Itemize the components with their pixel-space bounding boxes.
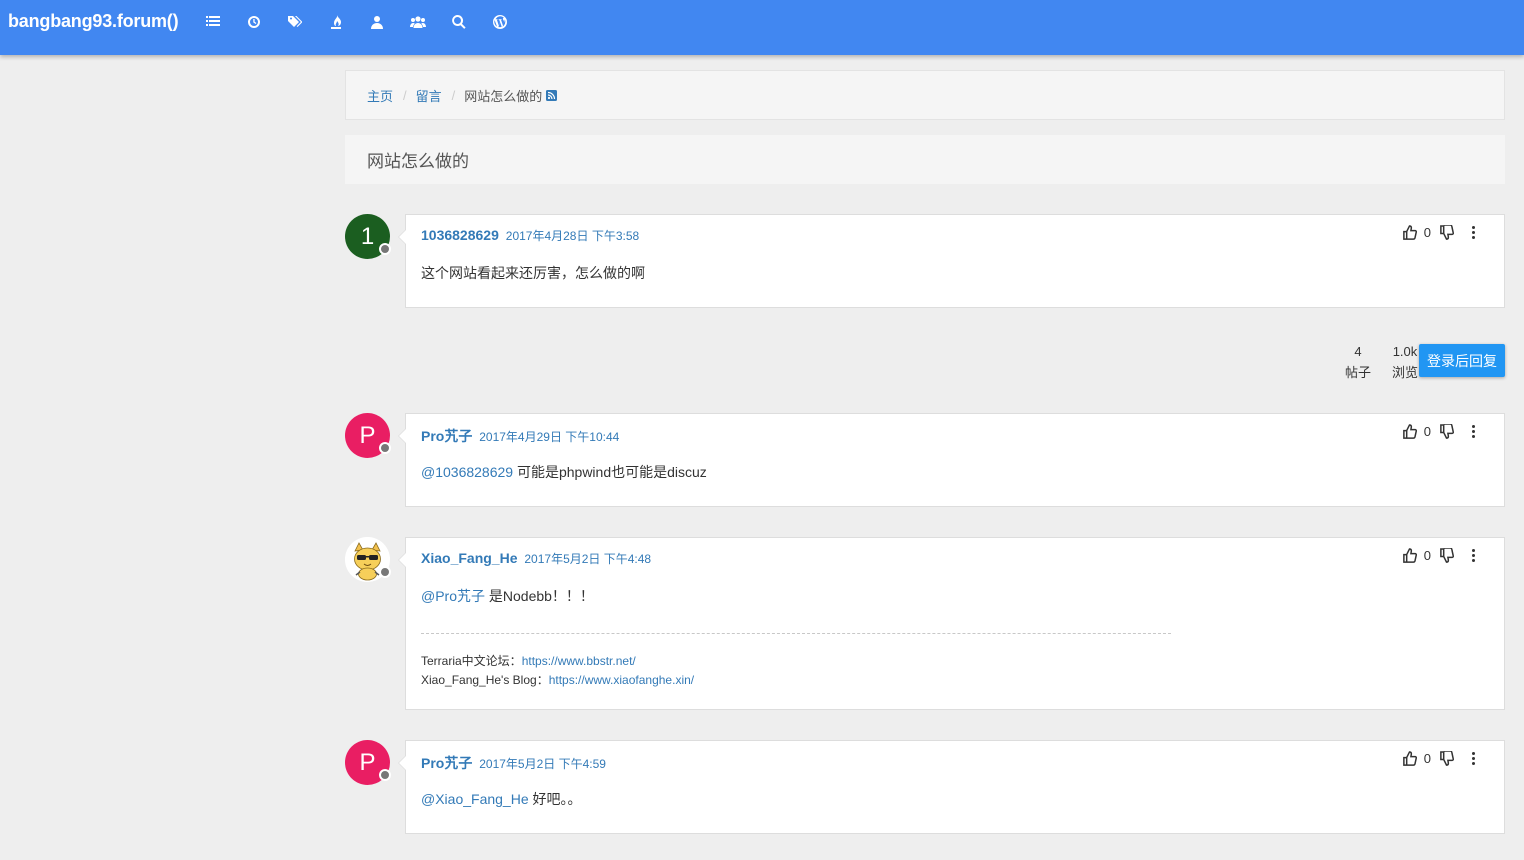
clock-icon[interactable] <box>233 12 274 32</box>
signature-divider <box>421 633 1171 634</box>
thumbs-up-icon[interactable] <box>1402 548 1417 563</box>
users-icon[interactable] <box>397 12 438 32</box>
topic-title: 网站怎么做的 <box>345 135 1505 184</box>
post-text: 可能是phpwind也可能是discuz <box>513 464 707 480</box>
signature-link[interactable]: https://www.bbstr.net/ <box>522 654 636 668</box>
post-content: @1036828629 可能是phpwind也可能是discuz <box>421 462 707 482</box>
posts-stat: 4 帖子 <box>1340 342 1376 384</box>
signature-label: Terraria中文论坛： <box>421 654 522 668</box>
post-timestamp[interactable]: 2017年5月2日 下午4:59 <box>479 757 606 771</box>
breadcrumb-separator: / <box>451 87 456 103</box>
vote-count: 0 <box>1423 548 1431 563</box>
more-options-icon[interactable] <box>1472 752 1476 766</box>
post-item: 1 1036828629 2017年4月28日 下午3:58 这个网站看起来还厉… <box>345 214 1505 308</box>
user-mention-link[interactable]: @1036828629 <box>421 464 513 480</box>
breadcrumb-separator: / <box>403 87 407 103</box>
user-mention-link[interactable]: @Xiao_Fang_He <box>421 791 529 807</box>
post-username[interactable]: 1036828629 <box>421 227 499 243</box>
thumbs-down-icon[interactable] <box>1439 751 1454 766</box>
user-mention-link[interactable]: @Pro艽子 <box>421 588 485 604</box>
post-text: 是Nodebb！！！ <box>485 588 594 604</box>
signature-line: Terraria中文论坛：https://www.bbstr.net/ <box>421 652 694 671</box>
login-to-reply-button[interactable]: 登录后回复 <box>1419 344 1505 377</box>
offline-status-icon <box>379 243 391 255</box>
more-options-icon[interactable] <box>1472 226 1476 240</box>
top-navbar: bangbang93.forum() <box>0 0 1524 55</box>
post-card: Pro艽子 2017年5月2日 下午4:59 @Xiao_Fang_He 好吧。… <box>398 740 1505 834</box>
nav-icon-bar <box>192 12 520 32</box>
vote-count: 0 <box>1423 424 1431 439</box>
rss-icon[interactable] <box>546 89 558 101</box>
views-count: 1.0k <box>1392 344 1418 359</box>
signature-label: Xiao_Fang_He's Blog： <box>421 673 549 687</box>
wordpress-icon[interactable] <box>479 12 520 32</box>
more-options-icon[interactable] <box>1472 549 1476 563</box>
user-signature: Terraria中文论坛：https://www.bbstr.net/ Xiao… <box>421 652 694 690</box>
post-username[interactable]: Pro艽子 <box>421 755 472 771</box>
post-content: 这个网站看起来还厉害，怎么做的啊 <box>421 263 645 283</box>
site-brand[interactable]: bangbang93.forum() <box>8 11 179 32</box>
offline-status-icon <box>379 442 391 454</box>
post-text: 好吧。。 <box>528 791 582 807</box>
thumbs-down-icon[interactable] <box>1439 548 1454 563</box>
vote-count: 0 <box>1423 225 1431 240</box>
post-item: Xiao_Fang_He 2017年5月2日 下午4:48 @Pro艽子 是No… <box>345 537 1505 710</box>
views-label: 浏览 <box>1391 365 1418 380</box>
list-icon[interactable] <box>192 12 233 32</box>
breadcrumb: 主页 / 留言 / 网站怎么做的 <box>345 70 1505 120</box>
post-timestamp[interactable]: 2017年5月2日 下午4:48 <box>524 552 651 566</box>
breadcrumb-home[interactable]: 主页 <box>367 86 393 105</box>
post-header: Pro艽子 2017年4月29日 下午10:44 <box>421 426 619 446</box>
post-header: Xiao_Fang_He 2017年5月2日 下午4:48 <box>421 550 651 567</box>
signature-link[interactable]: https://www.xiaofanghe.xin/ <box>549 673 694 687</box>
posts-label: 帖子 <box>1344 365 1371 380</box>
breadcrumb-current: 网站怎么做的 <box>464 88 543 104</box>
post-username[interactable]: Xiao_Fang_He <box>421 550 517 566</box>
thumbs-down-icon[interactable] <box>1439 225 1454 240</box>
vote-controls: 0 <box>1402 548 1454 563</box>
views-stat: 1.0k 浏览 <box>1388 342 1422 384</box>
post-username[interactable]: Pro艽子 <box>421 428 472 444</box>
tags-icon[interactable] <box>274 12 315 32</box>
vote-count: 0 <box>1423 751 1431 766</box>
thumbs-up-icon[interactable] <box>1402 225 1417 240</box>
post-header: Pro艽子 2017年5月2日 下午4:59 <box>421 753 606 773</box>
post-card: Pro艽子 2017年4月29日 下午10:44 @1036828629 可能是… <box>398 413 1505 507</box>
vote-controls: 0 <box>1402 424 1454 439</box>
signature-line: Xiao_Fang_He's Blog：https://www.xiaofang… <box>421 671 694 690</box>
post-timestamp[interactable]: 2017年4月29日 下午10:44 <box>479 430 619 444</box>
vote-controls: 0 <box>1402 751 1454 766</box>
search-icon[interactable] <box>438 12 479 32</box>
post-content: @Xiao_Fang_He 好吧。。 <box>421 789 582 809</box>
post-card: Xiao_Fang_He 2017年5月2日 下午4:48 @Pro艽子 是No… <box>398 537 1505 710</box>
vote-controls: 0 <box>1402 225 1454 240</box>
thumbs-down-icon[interactable] <box>1439 424 1454 439</box>
thumbs-up-icon[interactable] <box>1402 751 1417 766</box>
posts-count: 4 <box>1354 344 1362 359</box>
breadcrumb-category[interactable]: 留言 <box>416 86 442 105</box>
post-content: @Pro艽子 是Nodebb！！！ <box>421 586 594 606</box>
thumbs-up-icon[interactable] <box>1402 424 1417 439</box>
offline-status-icon <box>379 566 391 578</box>
post-card: 1036828629 2017年4月28日 下午3:58 这个网站看起来还厉害，… <box>398 214 1505 308</box>
fire-icon[interactable] <box>315 12 356 32</box>
post-timestamp[interactable]: 2017年4月28日 下午3:58 <box>506 229 639 243</box>
post-item: P Pro艽子 2017年5月2日 下午4:59 @Xiao_Fang_He 好… <box>345 740 1505 834</box>
post-item: P Pro艽子 2017年4月29日 下午10:44 @1036828629 可… <box>345 413 1505 507</box>
post-header: 1036828629 2017年4月28日 下午3:58 <box>421 227 639 244</box>
user-icon[interactable] <box>356 12 397 32</box>
post-text: 这个网站看起来还厉害，怎么做的啊 <box>421 265 645 281</box>
offline-status-icon <box>379 769 391 781</box>
more-options-icon[interactable] <box>1472 425 1476 439</box>
